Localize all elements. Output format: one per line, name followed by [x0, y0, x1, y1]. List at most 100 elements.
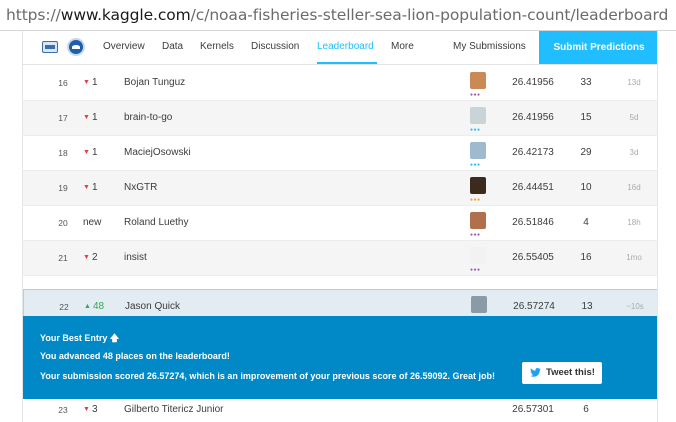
avatar[interactable] [470, 212, 486, 229]
last-submission-cell: 5d [629, 113, 639, 122]
change-value: 1 [91, 77, 98, 88]
change-value: 2 [91, 252, 98, 263]
score-cell: 26.57274 [513, 301, 555, 312]
tab-discussion[interactable]: Discussion [251, 41, 299, 52]
up-arrow-icon: ▲ [84, 303, 91, 310]
tweet-label: Tweet this! [546, 367, 595, 378]
tier-dots-icon: ●●● [470, 267, 481, 273]
team-name[interactable]: Jason Quick [125, 301, 180, 312]
tier-dots-icon: ●●● [470, 162, 481, 168]
table-row[interactable]: 16 ▼ 1 Bojan Tunguz ●●● 26.41956 33 13d [23, 66, 657, 101]
rank-cell: 22 [59, 302, 69, 312]
avatar[interactable] [470, 177, 486, 194]
entries-cell: 16 [580, 252, 592, 263]
entries-cell: 13 [581, 301, 593, 312]
change-cell: ▼ 1 [83, 182, 113, 193]
tab-kernels[interactable]: Kernels [200, 41, 234, 52]
entries-cell: 10 [580, 182, 592, 193]
entries-cell: 29 [580, 147, 592, 158]
table-row[interactable]: 18 ▼ 1 MaciejOsowski ●●● 26.42173 29 3d [23, 136, 657, 171]
last-submission-cell: 1mo [626, 253, 642, 262]
avatar[interactable] [470, 142, 486, 159]
tier-dots-icon: ●●● [470, 92, 481, 98]
rank-cell: 19 [58, 183, 68, 193]
avatar[interactable] [470, 247, 486, 264]
change-cell: ▼ 1 [83, 147, 113, 158]
score-cell: 26.44451 [512, 182, 554, 193]
arrow-up-icon: 🡅 [109, 333, 120, 343]
down-arrow-icon: ▼ [83, 79, 90, 86]
tweet-this-button[interactable]: Tweet this! [522, 362, 602, 384]
advanced-places-text: You advanced 48 places on the leaderboar… [40, 351, 230, 361]
team-name[interactable]: Roland Luethy [124, 217, 189, 228]
change-cell: ▼ 2 [83, 252, 113, 263]
tier-dots-icon: ●●● [470, 232, 481, 238]
tab-overview[interactable]: Overview [103, 41, 145, 52]
avatar[interactable] [470, 107, 486, 124]
competition-page: Overview Data Kernels Discussion Leaderb… [22, 31, 658, 422]
url-text[interactable]: https://www.kaggle.com/c/noaa-fisheries-… [6, 6, 668, 24]
score-cell: 26.57301 [512, 404, 554, 415]
entries-cell: 4 [583, 217, 589, 228]
down-arrow-icon: ▼ [83, 184, 90, 191]
last-submission-cell: ~10s [626, 302, 644, 311]
noaa-fisheries-logo-icon [42, 41, 58, 53]
team-name[interactable]: MaciejOsowski [124, 147, 191, 158]
change-cell: ▼ 1 [83, 77, 113, 88]
team-name[interactable]: Gilberto Titericz Junior [124, 404, 223, 415]
tab-more[interactable]: More [391, 41, 414, 52]
last-submission-cell: 16d [627, 183, 641, 192]
down-arrow-icon: ▼ [83, 114, 90, 121]
tier-dots-icon: ●●● [470, 197, 481, 203]
down-arrow-icon: ▼ [83, 149, 90, 156]
table-row[interactable]: 21 ▼ 2 insist ●●● 26.55405 16 1mo [23, 241, 657, 276]
down-arrow-icon: ▼ [83, 406, 90, 413]
table-row[interactable]: 17 ▼ 1 brain-to-go ●●● 26.41956 15 5d [23, 101, 657, 136]
rank-cell: 20 [58, 218, 68, 228]
entries-cell: 6 [583, 404, 589, 415]
table-row[interactable]: 20 new Roland Luethy ●●● 26.51846 4 18h [23, 206, 657, 241]
change-value: 48 [92, 301, 105, 312]
url-scheme: https:// [6, 6, 61, 24]
my-submissions-link[interactable]: My Submissions [453, 41, 526, 52]
noaa-logo-icon [67, 38, 85, 56]
tier-dots-icon: ●●● [470, 127, 481, 133]
change-value: 1 [91, 147, 98, 158]
score-improvement-text: Your submission scored 26.57274, which i… [40, 371, 495, 381]
active-tab-indicator [317, 62, 377, 64]
team-name[interactable]: NxGTR [124, 182, 157, 193]
change-value: 1 [91, 112, 98, 123]
submit-predictions-button[interactable]: Submit Predictions [539, 31, 657, 64]
last-submission-cell: 13d [627, 78, 641, 87]
entries-cell: 33 [580, 77, 592, 88]
address-bar[interactable]: https://www.kaggle.com/c/noaa-fisheries-… [0, 0, 676, 31]
url-path: /c/noaa-fisheries-steller-sea-lion-popul… [190, 6, 669, 24]
rank-cell: 21 [58, 253, 68, 263]
score-cell: 26.41956 [512, 77, 554, 88]
score-cell: 26.42173 [512, 147, 554, 158]
team-name[interactable]: insist [124, 252, 147, 263]
team-name[interactable]: Bojan Tunguz [124, 77, 185, 88]
tab-leaderboard[interactable]: Leaderboard [317, 41, 374, 52]
change-cell: ▼ 3 [83, 404, 98, 415]
change-value: 1 [91, 182, 98, 193]
change-value: new [83, 217, 102, 228]
score-cell: 26.51846 [512, 217, 554, 228]
table-row[interactable]: 23 ▼ 3 Gilberto Titericz Junior 26.57301 … [23, 399, 657, 422]
tab-data[interactable]: Data [162, 41, 183, 52]
score-cell: 26.55405 [512, 252, 554, 263]
avatar[interactable] [471, 296, 487, 313]
team-name[interactable]: brain-to-go [124, 112, 172, 123]
table-row[interactable]: 19 ▼ 1 NxGTR ●●● 26.44451 10 16d [23, 171, 657, 206]
url-host: www.kaggle.com [60, 6, 191, 24]
change-cell: ▼ 1 [83, 112, 113, 123]
rank-cell: 23 [58, 405, 68, 415]
change-cell: new [83, 217, 113, 228]
last-submission-cell: 3d [629, 148, 639, 157]
avatar[interactable] [470, 72, 486, 89]
twitter-bird-icon [530, 368, 541, 377]
rank-cell: 17 [58, 113, 68, 123]
score-cell: 26.41956 [512, 112, 554, 123]
best-entry-banner: Your Best Entry 🡅 You advanced 48 places… [23, 316, 657, 399]
rank-cell: 18 [58, 148, 68, 158]
